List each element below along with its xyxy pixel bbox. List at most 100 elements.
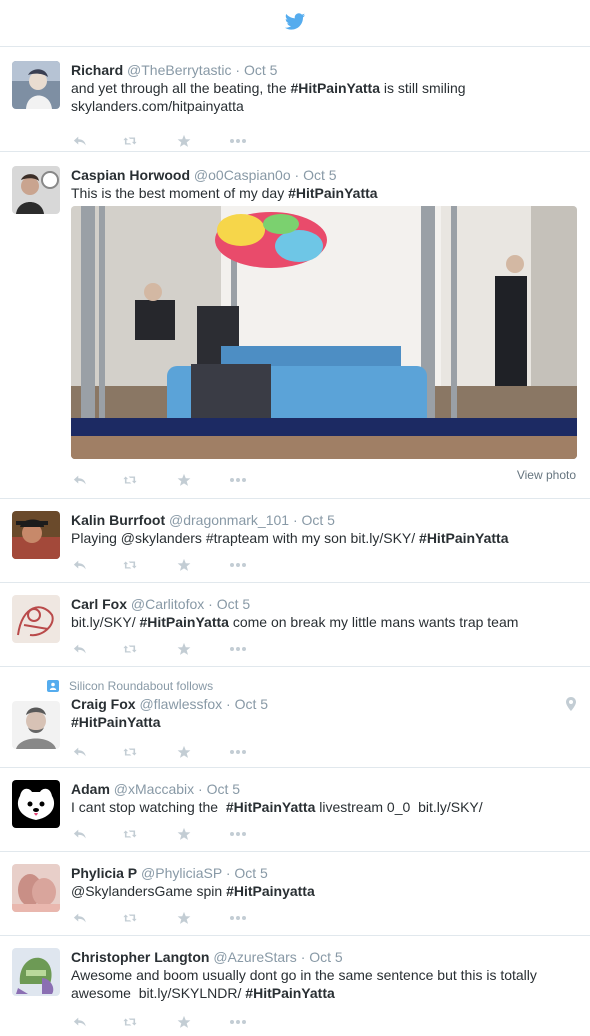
retweet-icon[interactable] <box>123 911 137 925</box>
separator: · <box>226 696 231 712</box>
username[interactable]: @Carlitofox <box>131 596 204 612</box>
username[interactable]: @AzureStars <box>213 949 296 965</box>
more-dots-icon[interactable] <box>230 473 246 487</box>
tweet-text: @SkylandersGame spin #HitPainyatta <box>71 882 578 900</box>
favorite-star-icon[interactable] <box>177 745 191 759</box>
tweet-text: This is the best moment of my day #HitPa… <box>71 184 578 202</box>
display-name[interactable]: Craig Fox <box>71 696 136 712</box>
more-dots-icon[interactable] <box>230 134 246 148</box>
favorite-star-icon[interactable] <box>177 473 191 487</box>
timestamp[interactable]: Oct 5 <box>234 865 267 881</box>
hashtag-link[interactable]: #HitPainYatta <box>291 80 380 96</box>
timestamp[interactable]: Oct 5 <box>244 62 277 78</box>
username[interactable]: @o0Caspian0o <box>194 167 291 183</box>
display-name[interactable]: Adam <box>71 781 110 797</box>
reply-icon[interactable] <box>73 1015 87 1029</box>
reply-icon[interactable] <box>73 473 87 487</box>
more-dots-icon[interactable] <box>230 642 246 656</box>
avatar[interactable] <box>12 166 60 214</box>
reply-icon[interactable] <box>73 827 87 841</box>
timestamp[interactable]: Oct 5 <box>217 596 250 612</box>
separator: · <box>198 781 203 797</box>
display-name[interactable]: Kalin Burrfoot <box>71 512 165 528</box>
tweet[interactable]: Carl Fox @Carlitofox · Oct 5 bit.ly/SKY/… <box>0 583 590 667</box>
display-name[interactable]: Phylicia P <box>71 865 137 881</box>
tweet[interactable]: Silicon Roundabout follows Craig Fox @fl… <box>0 667 590 768</box>
separator: · <box>235 62 241 78</box>
more-dots-icon[interactable] <box>230 745 246 759</box>
tweet[interactable]: Adam @xMaccabix · Oct 5 I cant stop watc… <box>0 768 590 852</box>
more-dots-icon[interactable] <box>230 827 246 841</box>
display-name[interactable]: Caspian Horwood <box>71 167 190 183</box>
tweet-actions <box>71 469 578 491</box>
timestamp[interactable]: Oct 5 <box>235 696 268 712</box>
retweet-icon[interactable] <box>123 827 137 841</box>
twitter-bird-icon[interactable] <box>284 11 306 36</box>
location-pin-icon[interactable] <box>566 697 576 714</box>
more-dots-icon[interactable] <box>230 1015 246 1029</box>
favorite-star-icon[interactable] <box>177 827 191 841</box>
tweet[interactable]: Kalin Burrfoot @dragonmark_101 · Oct 5 P… <box>0 499 590 583</box>
hashtag-link[interactable]: #HitPainYatta <box>226 799 315 815</box>
timestamp[interactable]: Oct 5 <box>309 949 342 965</box>
avatar[interactable] <box>12 701 60 749</box>
avatar[interactable] <box>12 948 60 996</box>
retweet-icon[interactable] <box>123 558 137 572</box>
avatar[interactable] <box>12 511 60 559</box>
tweet[interactable]: Phylicia P @PhyliciaSP · Oct 5 @Skylande… <box>0 852 590 936</box>
avatar[interactable] <box>12 595 60 643</box>
url-link[interactable]: bit.ly/SKY/ <box>71 614 139 630</box>
view-photo-link[interactable]: View photo <box>517 468 576 482</box>
tweet[interactable]: Christopher Langton @AzureStars · Oct 5 … <box>0 936 590 1036</box>
favorite-star-icon[interactable] <box>177 911 191 925</box>
retweet-icon[interactable] <box>123 745 137 759</box>
tweet-text: bit.ly/SKY/ #HitPainYatta come on break … <box>71 613 578 631</box>
avatar[interactable] <box>12 864 60 912</box>
timestamp[interactable]: Oct 5 <box>207 781 240 797</box>
url-link[interactable]: skylanders.com/hitpainyatta <box>71 98 244 114</box>
tweet-text: and yet through all the beating, the #Hi… <box>71 79 578 115</box>
tweet-text-part: and yet through all the beating, the <box>71 80 291 96</box>
hashtag-link[interactable]: #HitPainYatta <box>419 530 508 546</box>
username[interactable]: @TheBerrytastic <box>127 62 231 78</box>
reply-icon[interactable] <box>73 911 87 925</box>
social-context-text[interactable]: Silicon Roundabout follows <box>69 679 213 693</box>
display-name[interactable]: Richard <box>71 62 123 78</box>
tweet-actions <box>71 130 578 152</box>
reply-icon[interactable] <box>73 134 87 148</box>
retweet-icon[interactable] <box>123 642 137 656</box>
username[interactable]: @PhyliciaSP <box>141 865 222 881</box>
username[interactable]: @flawlessfox <box>139 696 222 712</box>
hashtag-link[interactable]: #HitPainYatta <box>139 614 228 630</box>
reply-icon[interactable] <box>73 642 87 656</box>
display-name[interactable]: Carl Fox <box>71 596 127 612</box>
retweet-icon[interactable] <box>123 473 137 487</box>
retweet-icon[interactable] <box>123 134 137 148</box>
favorite-star-icon[interactable] <box>177 1015 191 1029</box>
favorite-star-icon[interactable] <box>177 558 191 572</box>
hashtag-link[interactable]: #HitPainyatta <box>226 883 315 899</box>
favorite-star-icon[interactable] <box>177 642 191 656</box>
tweet-text-part: awesome bit.ly/SKYLNDR/ <box>71 985 246 1001</box>
display-name[interactable]: Christopher Langton <box>71 949 209 965</box>
reply-icon[interactable] <box>73 745 87 759</box>
timestamp[interactable]: Oct 5 <box>302 512 335 528</box>
tweet-text-part: is still smiling <box>379 80 466 96</box>
tweet-header: Phylicia P @PhyliciaSP · Oct 5 <box>71 864 578 882</box>
username[interactable]: @dragonmark_101 <box>169 512 289 528</box>
reply-icon[interactable] <box>73 558 87 572</box>
tweet[interactable]: Richard @TheBerrytastic · Oct 5 and yet … <box>0 47 590 152</box>
avatar[interactable] <box>12 61 60 109</box>
hashtag-link[interactable]: #HitPainYatta <box>288 185 377 201</box>
favorite-star-icon[interactable] <box>177 134 191 148</box>
hashtag-link[interactable]: #HitPainYatta <box>245 985 334 1001</box>
more-dots-icon[interactable] <box>230 911 246 925</box>
hashtag-link[interactable]: #HitPainYatta <box>71 714 160 730</box>
username[interactable]: @xMaccabix <box>114 781 194 797</box>
avatar[interactable] <box>12 780 60 828</box>
tweet[interactable]: Caspian Horwood @o0Caspian0o · Oct 5 Thi… <box>0 152 590 499</box>
more-dots-icon[interactable] <box>230 558 246 572</box>
tweet-photo[interactable] <box>71 206 577 459</box>
retweet-icon[interactable] <box>123 1015 137 1029</box>
timestamp[interactable]: Oct 5 <box>303 167 336 183</box>
